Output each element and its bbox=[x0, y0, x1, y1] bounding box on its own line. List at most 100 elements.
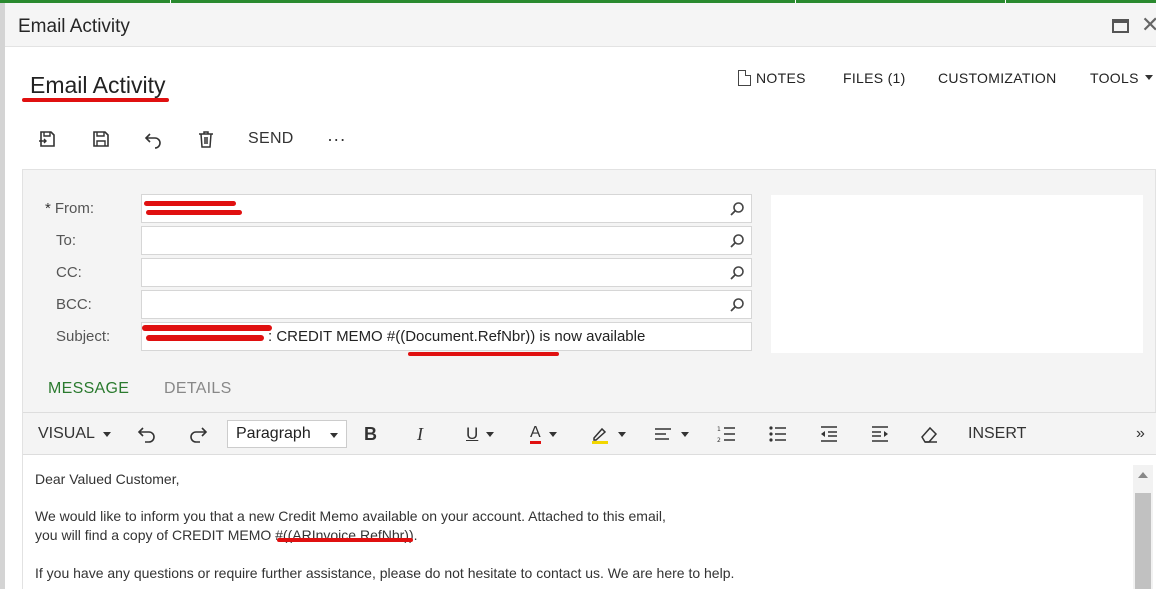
paragraph-label: Paragraph bbox=[236, 425, 311, 442]
align-dropdown[interactable] bbox=[653, 413, 689, 455]
chevron-down-icon bbox=[102, 431, 111, 437]
tab-bar: MESSAGE DETAILS bbox=[23, 378, 1156, 418]
redaction-scribble bbox=[146, 210, 242, 215]
indent-icon bbox=[872, 426, 888, 442]
align-left-icon bbox=[655, 428, 671, 440]
undo-icon bbox=[137, 427, 155, 443]
svg-text:1: 1 bbox=[717, 426, 721, 433]
message-body[interactable]: Dear Valued Customer, We would like to i… bbox=[35, 470, 1115, 583]
text-color-icon: A bbox=[530, 424, 541, 444]
insert-menu[interactable]: INSERT bbox=[968, 413, 1026, 455]
delete-button[interactable] bbox=[194, 125, 218, 153]
subject-field[interactable]: : CREDIT MEMO #((Document.RefNbr)) is no… bbox=[141, 322, 752, 351]
email-form: * From: To: CC: BCC: Subject: : CREDIT ME… bbox=[22, 169, 1156, 589]
redaction-scribble bbox=[146, 335, 264, 341]
message-line: We would like to inform you that a new C… bbox=[35, 508, 666, 524]
redaction-scribble bbox=[142, 325, 272, 331]
search-icon[interactable] bbox=[729, 297, 745, 313]
editor-redo-button[interactable] bbox=[188, 413, 208, 455]
text-color-dropdown[interactable]: A bbox=[530, 413, 557, 455]
annotation-underline-body bbox=[277, 538, 413, 542]
expand-toolbar-button[interactable]: » bbox=[1136, 413, 1145, 455]
page-title: Email Activity bbox=[30, 72, 166, 98]
window-title: Email Activity bbox=[18, 16, 130, 37]
preview-panel bbox=[771, 195, 1143, 353]
highlighter-icon bbox=[592, 427, 608, 444]
trash-icon bbox=[199, 131, 213, 148]
tools-menu[interactable]: TOOLS bbox=[1090, 70, 1153, 86]
scroll-thumb[interactable] bbox=[1135, 493, 1151, 589]
subject-value: : CREDIT MEMO #((Document.RefNbr)) is no… bbox=[268, 328, 646, 345]
close-icon[interactable]: ✕ bbox=[1141, 14, 1156, 36]
save-button[interactable] bbox=[89, 125, 113, 153]
search-icon[interactable] bbox=[729, 265, 745, 281]
redaction-scribble bbox=[144, 201, 236, 206]
message-line: you will find a copy of CREDIT MEMO #((A… bbox=[35, 527, 418, 543]
scroll-up-icon[interactable] bbox=[1138, 472, 1148, 478]
message-line: Dear Valued Customer, bbox=[35, 471, 180, 487]
cc-field[interactable] bbox=[141, 258, 752, 287]
italic-button[interactable]: I bbox=[417, 413, 423, 455]
outdent-button[interactable] bbox=[819, 413, 839, 455]
message-editor: VISUAL Paragraph B I U A 1 2 INSERT » De… bbox=[23, 412, 1156, 589]
notes-label: NOTES bbox=[756, 70, 806, 86]
tab-details[interactable]: DETAILS bbox=[164, 378, 232, 414]
eraser-icon bbox=[921, 426, 938, 443]
search-icon[interactable] bbox=[729, 201, 745, 217]
indent-button[interactable] bbox=[870, 413, 890, 455]
paragraph-format-dropdown[interactable]: Paragraph bbox=[227, 420, 347, 448]
chevron-down-icon bbox=[618, 431, 626, 437]
highlight-color-dropdown[interactable] bbox=[590, 413, 626, 455]
to-field[interactable] bbox=[141, 226, 752, 255]
tab-message[interactable]: MESSAGE bbox=[28, 378, 149, 418]
annotation-underline-title bbox=[22, 98, 169, 102]
bcc-field[interactable] bbox=[141, 290, 752, 319]
numbered-list-icon: 12 bbox=[717, 426, 735, 444]
cc-label: CC: bbox=[56, 264, 82, 281]
files-link[interactable]: FILES (1) bbox=[843, 70, 906, 86]
editor-toolbar: VISUAL Paragraph B I U A 1 2 INSERT » bbox=[23, 413, 1156, 455]
from-label: * From: bbox=[45, 200, 94, 217]
bullet-list-icon bbox=[769, 426, 786, 442]
email-activity-window: Email Activity ✕ Email Activity NOTES FI… bbox=[5, 3, 1156, 589]
from-label-text: From: bbox=[54, 200, 95, 217]
maximize-icon[interactable] bbox=[1112, 19, 1129, 33]
save-close-button[interactable] bbox=[35, 125, 59, 153]
message-line: If you have any questions or require fur… bbox=[35, 565, 735, 581]
customization-menu[interactable]: CUSTOMIZATION bbox=[938, 70, 1057, 86]
underline-icon: U bbox=[466, 424, 479, 443]
search-icon[interactable] bbox=[729, 233, 745, 249]
save-icon bbox=[93, 131, 109, 147]
subject-label: Subject: bbox=[56, 328, 111, 345]
bold-button[interactable]: B bbox=[364, 413, 377, 455]
numbered-list-button[interactable]: 12 bbox=[717, 413, 737, 455]
chevron-down-icon bbox=[330, 433, 338, 438]
send-button[interactable]: SEND bbox=[248, 125, 294, 153]
annotation-underline-subject bbox=[408, 352, 559, 356]
more-options-button[interactable]: ··· bbox=[327, 125, 346, 153]
undo-icon bbox=[144, 133, 161, 149]
redo-icon bbox=[190, 427, 208, 443]
notes-link[interactable]: NOTES bbox=[738, 70, 806, 86]
required-mark: * bbox=[45, 200, 51, 217]
save-close-icon bbox=[39, 131, 55, 147]
note-icon bbox=[738, 70, 751, 86]
editor-scrollbar[interactable] bbox=[1133, 465, 1153, 589]
chevron-down-icon bbox=[681, 431, 689, 437]
bullet-list-button[interactable] bbox=[768, 413, 788, 455]
outdent-icon bbox=[821, 426, 837, 442]
underline-dropdown[interactable]: U bbox=[466, 413, 495, 455]
editor-undo-button[interactable] bbox=[137, 413, 157, 455]
chevron-down-icon bbox=[1144, 75, 1153, 80]
bcc-label: BCC: bbox=[56, 296, 92, 313]
clear-formatting-button[interactable] bbox=[919, 413, 939, 455]
undo-button[interactable] bbox=[141, 125, 165, 153]
visual-mode-label: VISUAL bbox=[38, 425, 95, 442]
visual-mode-dropdown[interactable]: VISUAL bbox=[38, 413, 111, 455]
tools-label: TOOLS bbox=[1090, 70, 1139, 86]
from-field[interactable] bbox=[141, 194, 752, 223]
to-label: To: bbox=[56, 232, 77, 249]
window-titlebar: Email Activity ✕ bbox=[5, 3, 1156, 47]
svg-text:2: 2 bbox=[717, 437, 721, 444]
chevron-down-icon bbox=[548, 431, 557, 437]
